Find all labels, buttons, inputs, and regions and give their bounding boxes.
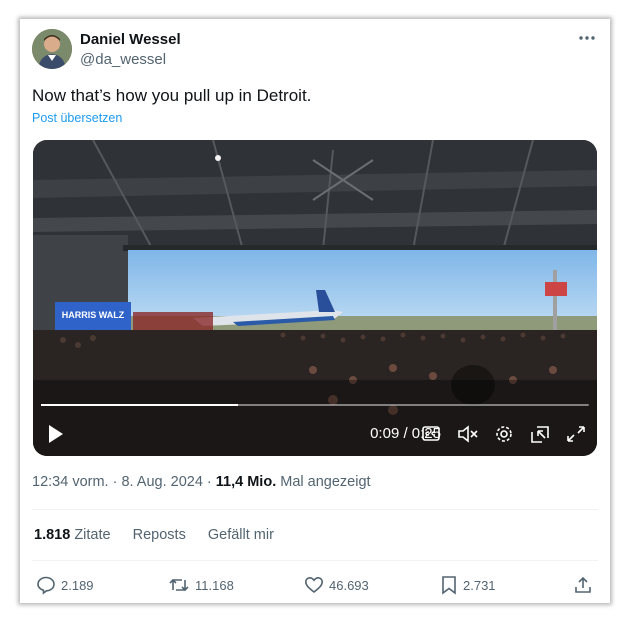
- action-bar: 2.189 11.168 46.693 2.731: [20, 575, 610, 599]
- author-handle[interactable]: @da_wessel: [80, 51, 166, 68]
- mute-icon[interactable]: [457, 422, 479, 446]
- play-icon[interactable]: [47, 422, 65, 446]
- heart-icon: [304, 576, 324, 594]
- banner-text: HARRIS WALZ: [62, 310, 125, 320]
- divider: [32, 509, 598, 510]
- engagement-stats: 1.818 Zitate Reposts Gefällt mir: [34, 527, 292, 543]
- more-options-icon[interactable]: [576, 27, 598, 49]
- fullscreen-icon[interactable]: [565, 422, 587, 446]
- settings-gear-icon[interactable]: [493, 422, 515, 446]
- video-player[interactable]: HARRIS WALZ 0:09 / 0:25: [33, 140, 597, 456]
- post-card: Daniel Wessel @da_wessel Now that’s how …: [20, 19, 610, 603]
- likes-link[interactable]: Gefällt mir: [208, 527, 274, 543]
- bookmark-icon: [442, 576, 456, 595]
- video-frame: HARRIS WALZ: [33, 140, 597, 456]
- avatar[interactable]: [32, 29, 72, 69]
- repost-button[interactable]: 11.168: [168, 575, 234, 595]
- reply-count: 2.189: [61, 577, 94, 593]
- quotes-link[interactable]: 1.818 Zitate: [34, 527, 111, 543]
- like-count: 46.693: [329, 577, 369, 593]
- translate-link[interactable]: Post übersetzen: [32, 111, 122, 125]
- captions-icon[interactable]: [422, 422, 440, 446]
- share-icon: [575, 576, 591, 593]
- share-button[interactable]: [573, 575, 598, 595]
- picture-in-picture-icon[interactable]: [529, 422, 551, 446]
- repost-count: 11.168: [195, 577, 234, 593]
- bookmark-button[interactable]: 2.731: [440, 575, 496, 595]
- post-timestamp[interactable]: 12:34 vorm. · 8. Aug. 2024 ·: [32, 474, 216, 490]
- author-name[interactable]: Daniel Wessel: [80, 31, 181, 48]
- post-meta: 12:34 vorm. · 8. Aug. 2024 · 11,4 Mio. M…: [32, 474, 371, 490]
- view-count-label: Mal angezeigt: [280, 474, 371, 490]
- like-button[interactable]: 46.693: [304, 575, 369, 595]
- post-text: Now that’s how you pull up in Detroit.: [32, 86, 312, 105]
- reposts-link[interactable]: Reposts: [133, 527, 186, 543]
- reply-icon: [37, 576, 55, 595]
- video-progress-fill: [41, 404, 239, 406]
- quotes-label: Zitate: [74, 527, 111, 543]
- quotes-count: 1.818: [34, 527, 71, 543]
- bookmark-count: 2.731: [463, 577, 496, 593]
- video-progress-bar[interactable]: [41, 404, 589, 406]
- repost-icon: [169, 578, 189, 592]
- view-count: 11,4 Mio.: [215, 474, 277, 490]
- divider: [32, 560, 598, 561]
- reply-button[interactable]: 2.189: [36, 575, 94, 595]
